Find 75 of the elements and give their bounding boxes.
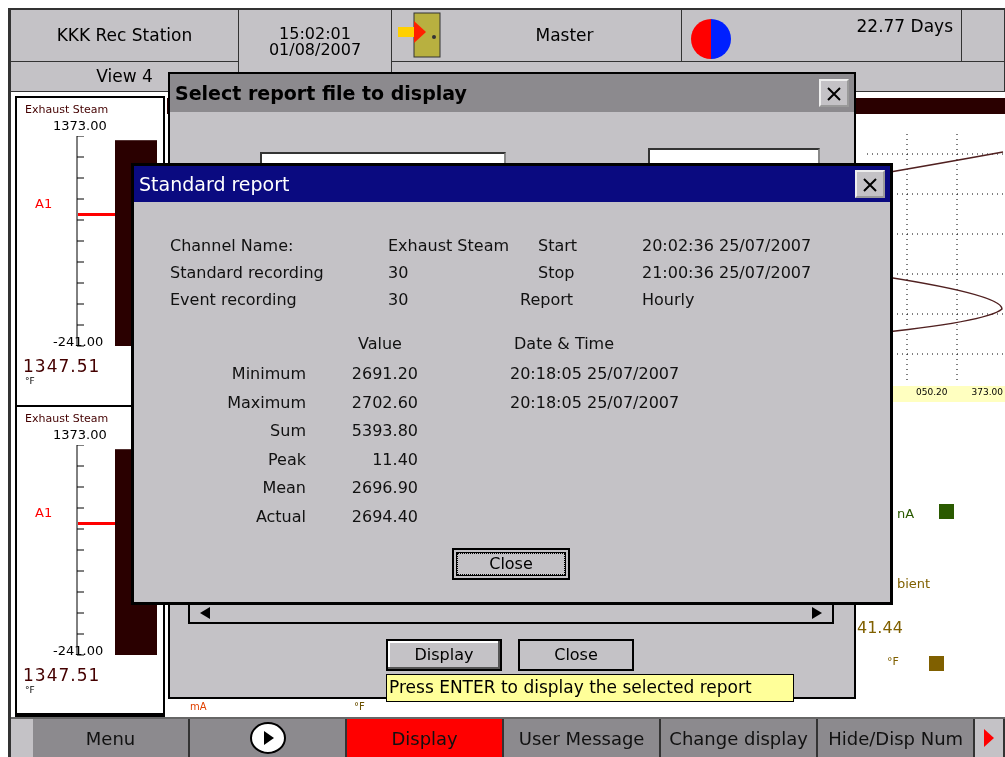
info-label: Stop [538, 262, 575, 284]
strip-value: 1347.51 [23, 663, 101, 686]
unit-label: mA [190, 702, 207, 712]
arrow-right-icon [984, 729, 995, 747]
stat-datetime: 20:18:05 25/07/2007 [510, 391, 680, 414]
dialog-title: Standard report [139, 171, 290, 197]
close-button[interactable]: Close [452, 548, 570, 580]
info-value: 21:00:36 25/07/2007 [642, 262, 812, 284]
scale-max: 1373.00 [53, 117, 107, 135]
stat-label: Actual [255, 506, 306, 528]
info-label: Event recording [170, 289, 297, 311]
stat-label: Sum [270, 420, 306, 443]
stat-label: Peak [268, 448, 306, 471]
axis-label: 050.20 [916, 386, 948, 399]
station-name: KKK Rec Station [56, 23, 193, 47]
unit-label: °F [25, 683, 35, 697]
clock-time: 15:02:01 [279, 26, 351, 42]
strip-value: 1347.51 [23, 355, 101, 377]
clock-date: 01/08/2007 [268, 42, 362, 58]
stat-label: Mean [262, 477, 306, 500]
toolbar-button[interactable]: Display [347, 719, 505, 757]
toolbar-button[interactable]: Menu [33, 719, 191, 757]
close-icon [863, 178, 877, 192]
scale-min: -241.00 [53, 641, 104, 660]
stat-value: 2702.60 [351, 391, 418, 414]
stat-label: Minimum [231, 363, 306, 385]
info-label: Report [520, 289, 574, 311]
toolbar-button[interactable]: Change display [661, 719, 819, 757]
unit-label: °F [25, 375, 35, 388]
dialog-title: Select report file to display [175, 80, 467, 106]
channel-text: 41.44 [857, 617, 903, 639]
dialog-button[interactable]: Close [518, 639, 634, 671]
tooltip-text: Press ENTER to display the selected report [386, 674, 794, 702]
stat-datetime: 20:18:05 25/07/2007 [510, 363, 680, 385]
info-label: Channel Name: [170, 235, 294, 257]
play-button[interactable] [190, 719, 348, 757]
toolbar-button[interactable]: Hide/Disp Num [818, 719, 976, 757]
axis-label: 373.00 [971, 386, 1003, 399]
close-button[interactable] [855, 170, 885, 198]
info-value: Exhaust Steam [388, 235, 510, 257]
stat-value: 2691.20 [351, 363, 418, 385]
scale-min: -241.00 [53, 333, 104, 351]
play-icon [249, 722, 286, 754]
column-header: Value [358, 333, 402, 355]
view-name: View 4 [96, 64, 153, 88]
unit-label: °F [354, 702, 365, 712]
close-icon [827, 87, 841, 101]
channel-text: nA [897, 505, 915, 523]
alarm-label: A1 [35, 503, 53, 522]
info-label: Start [538, 235, 578, 257]
info-value: 30 [388, 262, 409, 284]
uptime-days: 22.77 Days [856, 14, 953, 40]
stat-value: 5393.80 [351, 420, 418, 443]
info-label: Standard recording [170, 262, 324, 284]
channel-text: bient [897, 575, 931, 593]
info-value: 30 [388, 289, 409, 311]
channel-text: °F [887, 654, 899, 670]
status-icon [939, 504, 954, 519]
status-icon [929, 656, 944, 671]
stat-value: 11.40 [372, 448, 418, 471]
column-header: Date & Time [514, 333, 615, 355]
scale-max: 1373.00 [53, 425, 107, 444]
info-value: Hourly [642, 289, 695, 311]
user-name: Master [535, 23, 594, 47]
close-button[interactable] [819, 79, 849, 107]
strip-title: Exhaust Steam [25, 102, 109, 118]
strip-title: Exhaust Steam [25, 410, 109, 427]
pie-icon [690, 18, 732, 60]
stat-label: Maximum [227, 391, 306, 414]
toolbar-button[interactable]: User Message [504, 719, 662, 757]
info-value: 20:02:36 25/07/2007 [642, 235, 812, 257]
dialog-button[interactable]: Display [386, 639, 502, 671]
alarm-label: A1 [35, 195, 53, 213]
stat-value: 2696.90 [351, 477, 418, 500]
stat-value: 2694.40 [351, 506, 418, 528]
